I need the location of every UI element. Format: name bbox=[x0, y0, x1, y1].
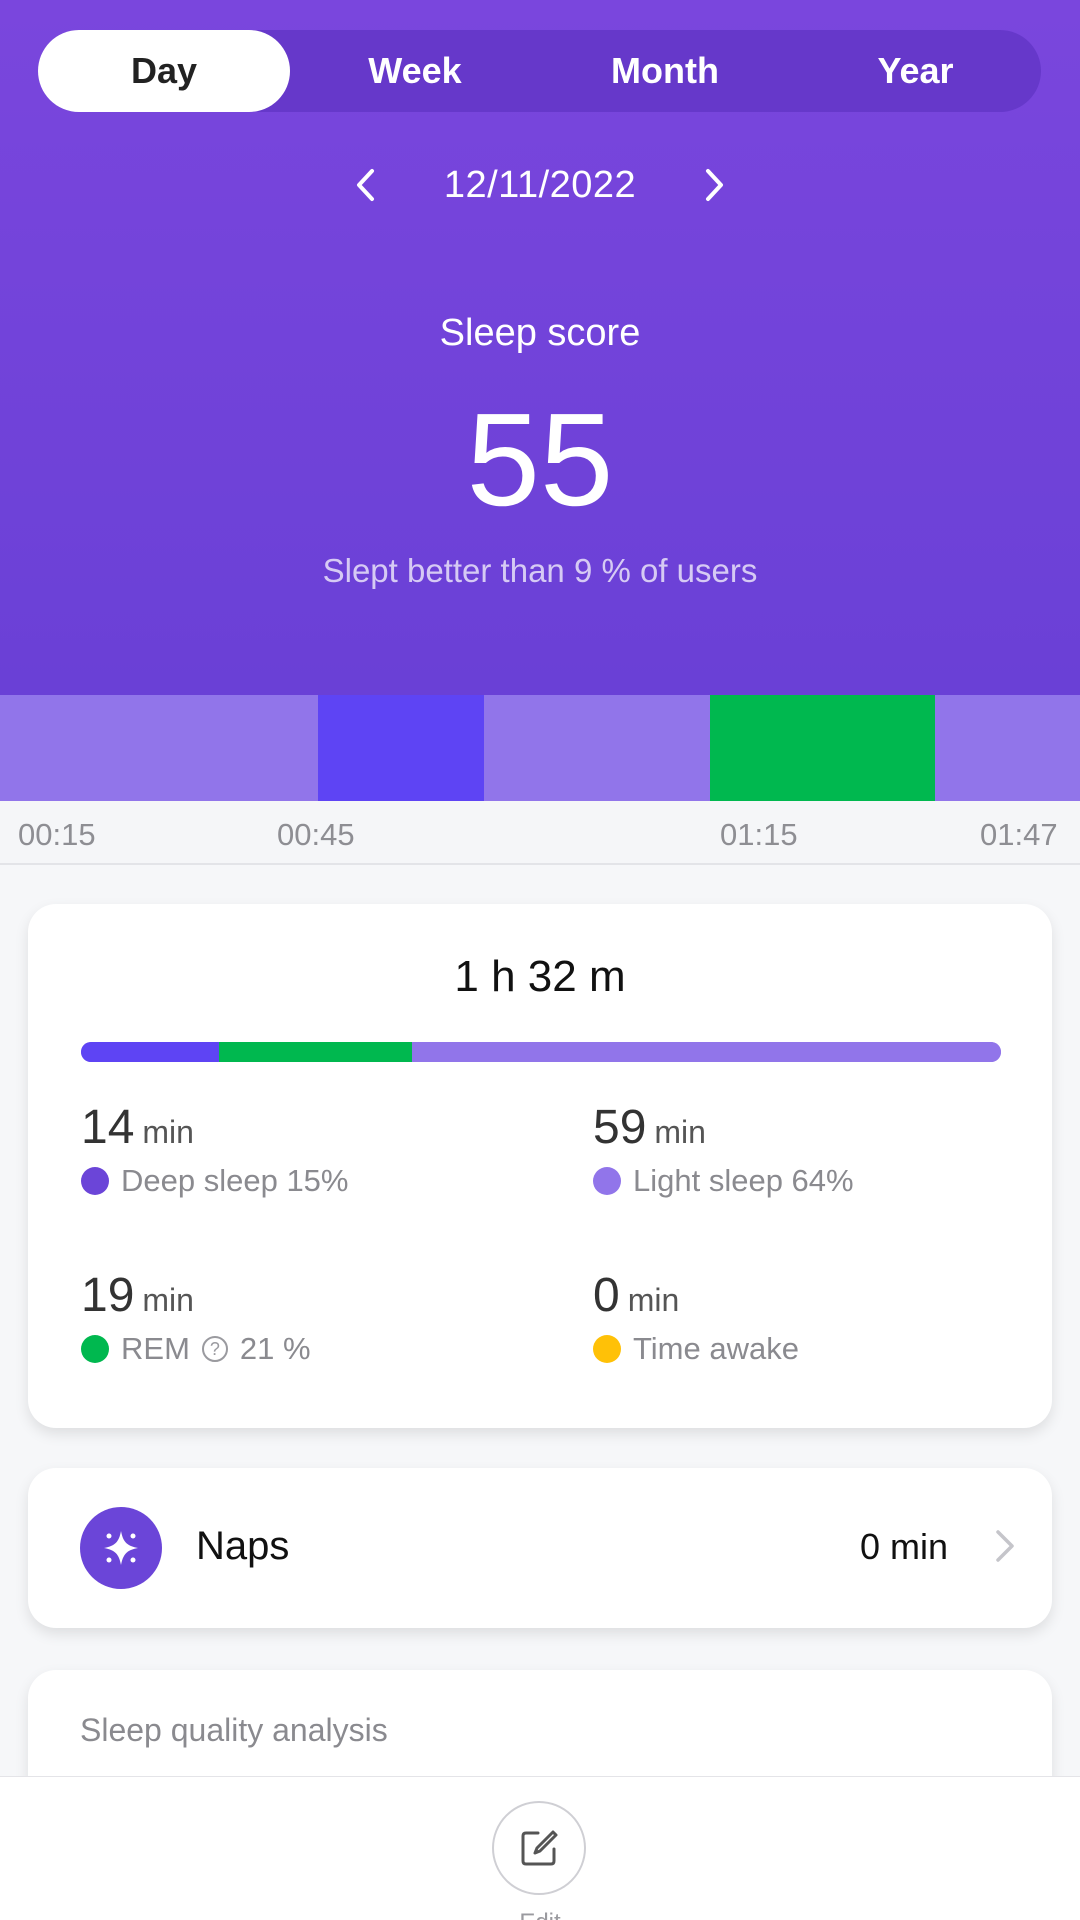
rem-minutes: 19 bbox=[81, 1269, 135, 1322]
light-sleep-stat: 59 min Light sleep 64% bbox=[593, 1100, 854, 1199]
time-tick: 00:15 bbox=[18, 817, 96, 852]
light-sleep-dot-icon bbox=[593, 1167, 621, 1195]
time-tick: 01:15 bbox=[720, 817, 798, 852]
time-tick: 01:47 bbox=[980, 817, 1058, 852]
edit-label: Edit bbox=[0, 1909, 1080, 1920]
awake-unit: min bbox=[627, 1282, 680, 1318]
rem-unit: min bbox=[142, 1282, 194, 1318]
sleep-score-label: Sleep score bbox=[439, 312, 641, 354]
date-navigator: 12/11/2022 bbox=[0, 150, 1080, 220]
timeline-segment-light bbox=[935, 695, 1080, 801]
naps-value: 0 min bbox=[859, 1526, 948, 1567]
period-tabs: Day Week Month Year bbox=[38, 30, 1041, 112]
timeline-segment-deep bbox=[318, 695, 484, 801]
timeline-segment-light bbox=[484, 695, 710, 801]
stage-bar-light bbox=[412, 1042, 1001, 1062]
tab-year[interactable]: Year bbox=[790, 30, 1041, 112]
bottom-bar: Edit bbox=[0, 1776, 1080, 1920]
time-tick: 00:45 bbox=[277, 817, 355, 852]
next-date-chevron-icon[interactable] bbox=[684, 155, 744, 215]
sleep-score-comparison: Slept better than 9 % of users bbox=[322, 552, 758, 589]
naps-row[interactable]: Naps 0 min bbox=[28, 1468, 1052, 1628]
edit-button[interactable] bbox=[492, 1801, 586, 1895]
previous-date-chevron-icon[interactable] bbox=[336, 155, 396, 215]
deep-sleep-dot-icon bbox=[81, 1167, 109, 1195]
sleep-summary-card: 1 h 32 m 14 min Deep sleep 15% 59 min Ligh… bbox=[28, 904, 1052, 1428]
awake-stat: 0 min Time awake bbox=[593, 1268, 799, 1367]
rem-percent: 21 % bbox=[239, 1331, 311, 1366]
deep-sleep-minutes: 14 bbox=[81, 1101, 135, 1154]
tab-day[interactable]: Day bbox=[38, 30, 290, 112]
sleep-stage-bar bbox=[81, 1042, 1001, 1062]
rem-dot-icon bbox=[81, 1335, 109, 1363]
rem-help-icon[interactable]: ? bbox=[201, 1336, 228, 1362]
deep-sleep-label: Deep sleep 15% bbox=[121, 1163, 349, 1198]
sparkle-icon bbox=[80, 1507, 162, 1589]
chevron-right-icon bbox=[994, 1528, 1016, 1569]
tab-month[interactable]: Month bbox=[540, 30, 790, 112]
deep-sleep-stat: 14 min Deep sleep 15% bbox=[81, 1100, 349, 1199]
light-sleep-minutes: 59 bbox=[593, 1101, 647, 1154]
sleep-header: Day Week Month Year 12/11/2022 Sleep sco… bbox=[0, 0, 1080, 695]
awake-minutes: 0 bbox=[593, 1269, 620, 1322]
light-sleep-label: Light sleep 64% bbox=[633, 1163, 854, 1198]
rem-sleep-stat: 19 min REM? 21 % bbox=[81, 1268, 311, 1367]
sleep-quality-analysis-title: Sleep quality analysis bbox=[80, 1712, 388, 1748]
stage-bar-rem bbox=[219, 1042, 413, 1062]
tab-week[interactable]: Week bbox=[290, 30, 540, 112]
naps-label: Naps bbox=[196, 1524, 290, 1568]
stage-bar-deep bbox=[81, 1042, 219, 1062]
sleep-stage-timeline bbox=[0, 695, 1080, 801]
sleep-screen: Day Week Month Year 12/11/2022 Sleep sco… bbox=[0, 0, 1080, 1920]
light-sleep-unit: min bbox=[654, 1114, 706, 1150]
awake-label: Time awake bbox=[633, 1331, 799, 1366]
deep-sleep-unit: min bbox=[142, 1114, 194, 1150]
edit-icon bbox=[521, 1830, 558, 1866]
total-sleep-duration: 1 h 32 m bbox=[454, 952, 626, 1001]
timeline-time-axis: 00:15 00:45 01:15 01:47 bbox=[0, 801, 1080, 865]
rem-label: REM bbox=[121, 1331, 190, 1366]
timeline-segment-light bbox=[0, 695, 318, 801]
sleep-score-value: 55 bbox=[466, 386, 614, 533]
current-date: 12/11/2022 bbox=[443, 163, 637, 206]
awake-dot-icon bbox=[593, 1335, 621, 1363]
timeline-segment-rem bbox=[710, 695, 935, 801]
